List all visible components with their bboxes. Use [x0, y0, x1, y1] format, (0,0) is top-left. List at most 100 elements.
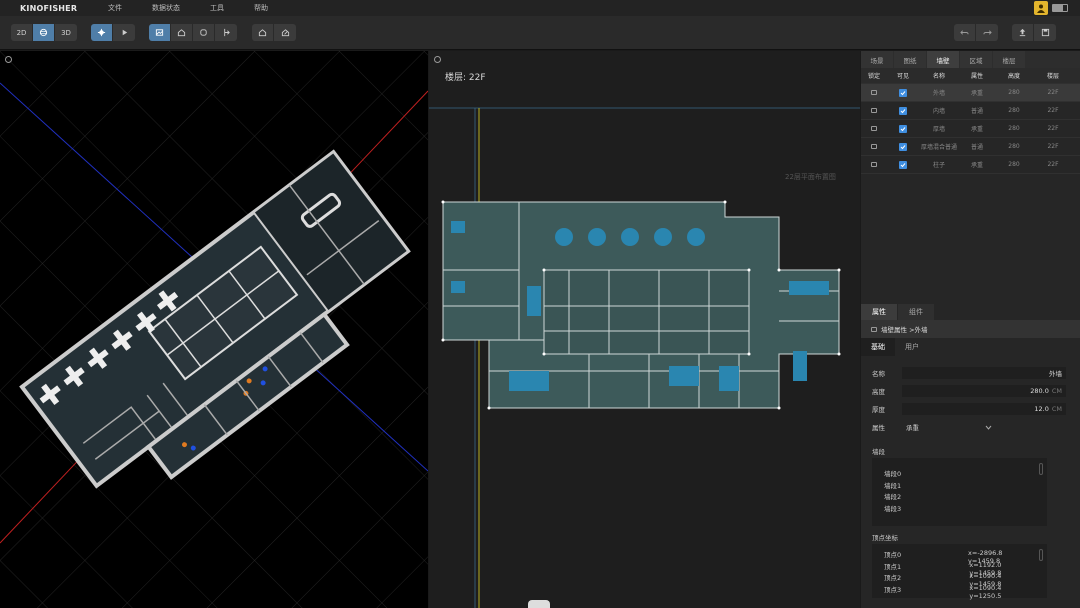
lock-icon [871, 326, 877, 332]
tab-properties[interactable]: 属性 [861, 304, 897, 320]
header-lock: 锁定 [867, 73, 880, 80]
vertices-list[interactable]: 顶点0 x=-2896.8 y=1459.8 顶点1 x=1192.0 y=1459… [872, 544, 1047, 600]
floor-plan-2d[interactable] [429, 51, 860, 608]
view-mode-group: 2D 3D [11, 24, 77, 41]
name-label: 名称 [872, 370, 885, 378]
table-row[interactable]: 内墙 普通 280 22F [861, 102, 1080, 120]
thickness-value: 12.0 [1034, 405, 1049, 413]
walls-table-header: 锁定 可见 名称 属性 高度 楼层 [861, 68, 1080, 84]
segments-list[interactable]: 墙段0 墙段1 墙段2 墙段3 [872, 458, 1047, 526]
thickness-input[interactable]: 12.0 CM [902, 403, 1066, 415]
menu-file[interactable]: 文件 [108, 3, 122, 13]
table-row[interactable]: 厚墙 承重 280 22F [861, 120, 1080, 138]
visible-checkbox[interactable] [899, 142, 907, 151]
user-avatar-icon[interactable] [1034, 1, 1048, 15]
height-input[interactable]: 280.0 CM [902, 385, 1066, 397]
house-icon[interactable] [252, 24, 274, 41]
tab-scene[interactable]: 场景 [861, 51, 893, 68]
chevron-down-icon [985, 425, 992, 430]
list-item[interactable]: 墙段1 [884, 480, 1035, 492]
scrollbar[interactable] [1039, 463, 1043, 475]
vertex-name: 顶点2 [884, 574, 902, 582]
status-icon [1052, 4, 1068, 12]
list-item[interactable]: 顶点2 x=1090.4 y=1459.8 [884, 572, 1035, 588]
row-floor: 22F [1047, 89, 1059, 96]
menu-data-status[interactable]: 数据状态 [152, 3, 180, 13]
row-attr: 承重 [970, 126, 983, 133]
header-visible: 可见 [896, 73, 909, 80]
play-icon[interactable] [113, 24, 135, 41]
viewport-3d[interactable] [0, 51, 428, 608]
layer-icon[interactable] [193, 24, 215, 41]
list-item[interactable]: 顶点3 x=1090.4 y=1250.5 [884, 584, 1035, 600]
table-row[interactable]: 厚墙混合普通 普通 280 22F [861, 138, 1080, 156]
tab-area[interactable]: 区域 [960, 51, 992, 68]
upload-icon[interactable] [1012, 24, 1034, 41]
walls-table: 锁定 可见 名称 属性 高度 楼层 外墙 承重 280 22F 内墙 普通 28… [861, 68, 1080, 174]
list-item[interactable]: 墙段3 [884, 503, 1035, 515]
redo-icon[interactable] [976, 24, 998, 41]
row-name: 厚墙混合普通 [920, 144, 957, 151]
list-item[interactable]: 墙段2 [884, 491, 1035, 503]
visible-checkbox[interactable] [899, 124, 907, 133]
height-value: 280.0 [1030, 387, 1049, 395]
vertices-label: 顶点坐标 [872, 534, 898, 542]
viewport-2d[interactable]: 楼层: 22F 22层平面布置图 [429, 51, 860, 608]
subtab-basic[interactable]: 基础 [861, 338, 895, 356]
right-panel: 场景 图纸 墙壁 区域 楼层 锁定 可见 名称 属性 高度 楼层 外墙 承重 2… [861, 51, 1080, 608]
history-group [954, 24, 998, 41]
attr-select[interactable]: 承重 [902, 421, 996, 433]
properties-header: 墙壁属性 >外墙 [861, 320, 1080, 338]
lock-icon[interactable] [871, 144, 877, 149]
header-attr: 属性 [970, 73, 983, 80]
lock-icon[interactable] [871, 126, 877, 131]
tab-drawing[interactable]: 图纸 [894, 51, 926, 68]
select-icon[interactable] [91, 24, 113, 41]
row-floor: 22F [1047, 143, 1059, 150]
file-group [1012, 24, 1056, 41]
home-icon[interactable] [171, 24, 193, 41]
view-2d-button[interactable]: 2D [11, 24, 33, 41]
tab-floor[interactable]: 楼层 [993, 51, 1025, 68]
menu-tools[interactable]: 工具 [210, 3, 224, 13]
panel-toggle-handle[interactable] [528, 600, 550, 608]
list-item[interactable]: 墙段0 [884, 468, 1035, 480]
lock-icon[interactable] [871, 90, 877, 95]
close-icon[interactable] [5, 56, 12, 63]
lock-icon[interactable] [871, 108, 877, 113]
properties-panel: 属性 组件 墙壁属性 >外墙 基础 用户 名称 外墙 高度 280.0 CM 厚度… [861, 304, 1080, 600]
house-group [252, 24, 296, 41]
subtab-user[interactable]: 用户 [895, 338, 929, 356]
floor-3d-model[interactable] [0, 51, 428, 608]
row-floor: 22F [1047, 161, 1059, 168]
save-icon[interactable] [1034, 24, 1056, 41]
row-name: 外墙 [932, 90, 945, 97]
table-row[interactable]: 柱子 承重 280 22F [861, 156, 1080, 174]
view-orbit-button[interactable] [33, 24, 55, 41]
visible-checkbox[interactable] [899, 88, 907, 97]
cut-icon[interactable] [215, 24, 237, 41]
properties-tabs: 属性 组件 [861, 304, 1080, 320]
image-icon[interactable] [149, 24, 171, 41]
thickness-unit: CM [1051, 405, 1062, 413]
lock-icon[interactable] [871, 162, 877, 167]
list-item[interactable]: 顶点0 x=-2896.8 y=1459.8 [884, 549, 1035, 565]
vertex-name: 顶点0 [884, 551, 902, 559]
row-name: 内墙 [932, 108, 945, 115]
app-brand: KINOFISHER [20, 3, 78, 13]
house-edit-icon[interactable] [274, 24, 296, 41]
tab-walls[interactable]: 墙壁 [927, 51, 959, 68]
list-item[interactable]: 顶点1 x=1192.0 y=1459.8 [884, 561, 1035, 577]
header-height: 高度 [1007, 73, 1020, 80]
visible-checkbox[interactable] [899, 160, 907, 169]
tab-components[interactable]: 组件 [898, 304, 934, 320]
name-input[interactable]: 外墙 [902, 367, 1066, 379]
visible-checkbox[interactable] [899, 106, 907, 115]
menu-help[interactable]: 帮助 [254, 3, 268, 13]
view-3d-button[interactable]: 3D [55, 24, 77, 41]
header-floor: 楼层 [1046, 73, 1059, 80]
row-attr: 普通 [970, 108, 983, 115]
table-row[interactable]: 外墙 承重 280 22F [861, 84, 1080, 102]
scrollbar[interactable] [1039, 549, 1043, 561]
undo-icon[interactable] [954, 24, 976, 41]
